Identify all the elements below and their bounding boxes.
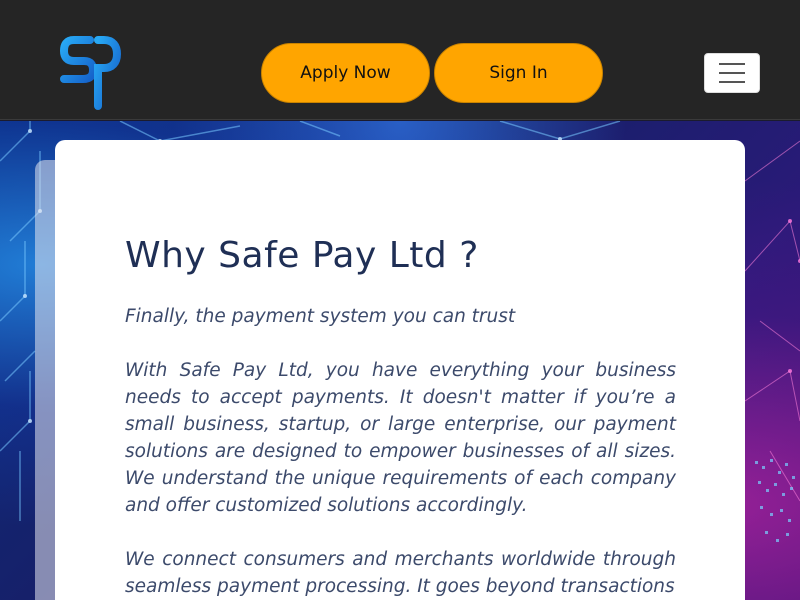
hamburger-icon[interactable] — [704, 53, 760, 93]
apply-now-button[interactable]: Apply Now — [261, 43, 430, 103]
safe-pay-logo[interactable] — [59, 36, 122, 110]
connect-paragraph: We connect consumers and merchants world… — [125, 549, 676, 597]
page-title: Why Safe Pay Ltd ? — [125, 235, 479, 276]
site-header: Apply Now Sign In — [0, 0, 800, 120]
hamburger-line — [719, 63, 745, 65]
hamburger-line — [719, 81, 745, 83]
why-safe-pay-card: Why Safe Pay Ltd ? Finally, the payment … — [55, 140, 745, 600]
tagline: Finally, the payment system you can trus… — [125, 306, 516, 327]
sign-in-button[interactable]: Sign In — [434, 43, 603, 103]
intro-paragraph: With Safe Pay Ltd, you have everything y… — [125, 360, 676, 516]
hamburger-line — [719, 72, 745, 74]
